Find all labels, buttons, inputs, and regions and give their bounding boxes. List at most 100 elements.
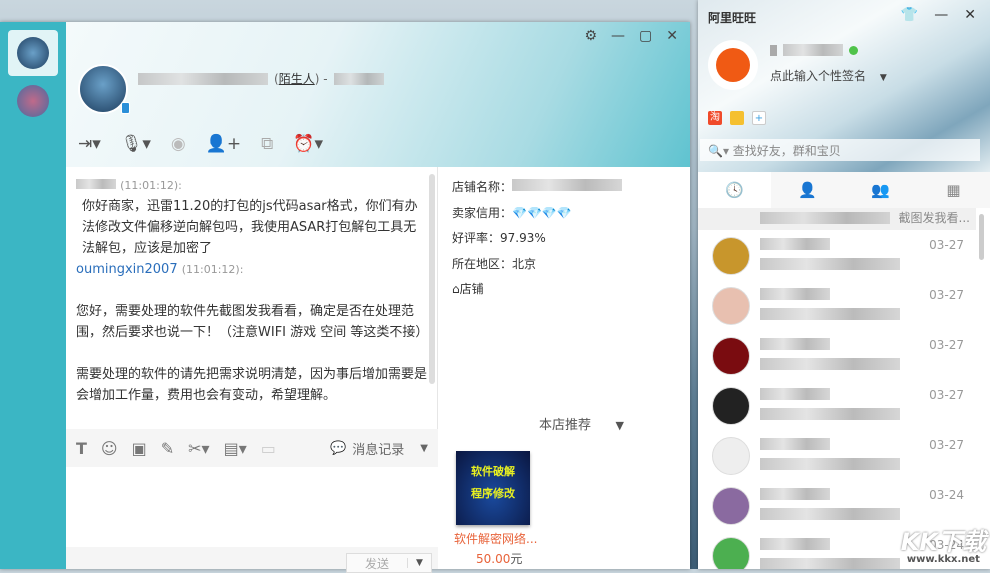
message-history-button[interactable]: 💬 消息记录 ▼ xyxy=(330,439,428,458)
list-item[interactable]: 03-27 xyxy=(698,430,976,480)
list-item[interactable]: 03-27 xyxy=(698,230,976,280)
remote-assist-icon[interactable]: ⧉ xyxy=(261,134,273,154)
contact-name-blurred xyxy=(760,538,830,550)
alarm-icon[interactable]: ⏰▾ xyxy=(293,134,323,154)
video-icon[interactable]: ◉ xyxy=(171,134,186,154)
contact-scrollbar[interactable] xyxy=(979,214,984,260)
aliwangwang-window: 阿里旺旺 👕 — ✕ 点此输入个性签名 ▼ 淘 + 🔍▾ 查找好友，群和宝贝 🕓 … xyxy=(698,0,990,569)
close-button[interactable]: ✕ xyxy=(666,28,678,44)
message-preview-blurred xyxy=(760,358,900,370)
contact-date: 03-27 xyxy=(929,238,964,252)
watermark-text: KK下载 xyxy=(900,528,986,556)
product-image-text: 程序修改 xyxy=(471,487,515,500)
send-file-icon[interactable]: ⇥▾ xyxy=(78,134,101,154)
calculator-icon[interactable]: ▤▾ xyxy=(224,439,247,458)
stranger-link[interactable]: 陌生人 xyxy=(279,72,315,86)
shop-icon: ⌂ xyxy=(452,282,460,296)
contact-date: 03-27 xyxy=(929,388,964,402)
chevron-down-icon[interactable]: ▼ xyxy=(407,558,431,568)
username-blurred xyxy=(783,44,843,56)
list-item[interactable]: 03-27 xyxy=(698,380,976,430)
user-avatar[interactable] xyxy=(708,40,758,90)
maximize-button[interactable]: ▢ xyxy=(639,28,652,44)
list-item[interactable]: 03-27 xyxy=(698,280,976,330)
message-sender[interactable]: oumingxin2007 xyxy=(76,262,178,277)
close-button[interactable]: ✕ xyxy=(964,7,976,23)
search-icon: 🔍▾ xyxy=(708,144,729,158)
signature-field[interactable]: 点此输入个性签名 ▼ xyxy=(770,67,887,84)
mobile-icon xyxy=(770,44,777,56)
message-preview-blurred xyxy=(760,308,900,320)
list-item[interactable]: 截图发我看... xyxy=(698,208,976,230)
online-status-icon[interactable] xyxy=(849,45,858,55)
conversation-tab-active[interactable] xyxy=(8,30,58,76)
contact-name-blurred xyxy=(760,438,830,450)
tab-recent[interactable]: 🕓 xyxy=(698,172,771,208)
price-currency: 元 xyxy=(510,552,523,566)
scissors-icon[interactable]: ✂▾ xyxy=(188,439,209,458)
money-bag-icon[interactable] xyxy=(730,111,744,125)
signature-text: 点此输入个性签名 xyxy=(770,69,867,83)
screen-icon[interactable]: ▭ xyxy=(261,439,276,458)
chat-bubble-icon: 💬 xyxy=(330,440,347,456)
message-preview-blurred xyxy=(760,508,900,520)
contact-avatar[interactable] xyxy=(78,64,130,114)
edit-icon[interactable]: ✎ xyxy=(161,439,174,458)
product-image[interactable]: 软件破解 程序修改 xyxy=(456,451,530,525)
chat-header: ⚙ — ▢ ✕ (陌生人) - ⇥▾ 🎙▾ ◉ 👤+ ⧉ ⏰▾ xyxy=(66,22,690,167)
contact-name-blurred xyxy=(760,288,830,300)
conversation-tab[interactable] xyxy=(8,78,58,124)
conversation-sidebar xyxy=(0,22,66,569)
price-value: 50.00 xyxy=(476,552,511,566)
sender-blurred xyxy=(76,179,116,189)
contact-list: 截图发我看... 03-27 03-27 03-27 03-27 03-27 03-24 0… xyxy=(698,208,976,569)
list-item[interactable]: 03-27 xyxy=(698,330,976,380)
message-time: (11:01:12): xyxy=(181,263,244,276)
chevron-down-icon[interactable]: ▼ xyxy=(616,413,624,439)
skin-icon[interactable]: 👕 xyxy=(901,7,918,23)
mobile-icon xyxy=(121,102,130,114)
app-title: 阿里旺旺 xyxy=(708,11,757,25)
message-text: 需要处理的软件的请先把需求说明清楚，因为事后增加需要是会增加工作量，费用也会有变… xyxy=(76,367,428,403)
message-input[interactable] xyxy=(66,467,438,547)
message-preview-blurred xyxy=(760,258,900,270)
list-item[interactable]: 03-24 xyxy=(698,480,976,530)
tab-contacts[interactable]: 👤 xyxy=(771,172,844,208)
contact-name-blurred xyxy=(138,72,268,85)
image-icon[interactable]: ▣ xyxy=(132,439,147,458)
add-app-icon[interactable]: + xyxy=(752,111,766,125)
shop-link[interactable]: ⌂店铺 xyxy=(452,277,678,303)
send-button[interactable]: 发送 ▼ xyxy=(346,553,432,573)
taobao-icon[interactable]: 淘 xyxy=(708,111,722,125)
message-preview-blurred xyxy=(760,558,900,569)
contact-date: 03-27 xyxy=(929,288,964,302)
contact-avatar xyxy=(712,487,750,525)
contact-name-blurred xyxy=(760,488,830,500)
font-icon[interactable]: T xyxy=(76,439,87,458)
history-label: 消息记录 xyxy=(352,442,405,458)
minimize-button[interactable]: — xyxy=(934,7,948,23)
shop-name-label: 店铺名称： xyxy=(452,180,513,194)
chevron-down-icon[interactable]: ▼ xyxy=(880,73,887,83)
message-text: 您好，需要处理的软件先截图发我看看，确定是否在处理范围，然后要求也说一下！（注意… xyxy=(76,304,429,340)
microphone-icon[interactable]: 🎙▾ xyxy=(121,134,151,154)
diamond-icon: 💎💎💎💎 xyxy=(512,205,572,220)
shop-name-blurred xyxy=(512,179,623,191)
add-contact-icon[interactable]: 👤+ xyxy=(206,134,241,154)
editor-toolbar: T ☺ ▣ ✎ ✂▾ ▤▾ ▭ 💬 消息记录 ▼ xyxy=(66,429,438,467)
chat-window: ⚙ — ▢ ✕ (陌生人) - ⇥▾ 🎙▾ ◉ 👤+ ⧉ ⏰▾ (11:01:1… xyxy=(0,22,690,573)
minimize-button[interactable]: — xyxy=(611,28,625,44)
credit-label: 卖家信用： xyxy=(452,205,513,220)
emoji-icon[interactable]: ☺ xyxy=(101,439,118,458)
search-input[interactable]: 🔍▾ 查找好友，群和宝贝 xyxy=(700,139,980,161)
tab-groups[interactable]: 👥 xyxy=(844,172,917,208)
tab-apps[interactable]: ▦ xyxy=(917,172,990,208)
message-preview-blurred xyxy=(760,408,900,420)
chevron-down-icon[interactable]: ▼ xyxy=(420,443,428,454)
rating: 好评率：97.93% xyxy=(452,231,546,245)
message-scrollbar[interactable] xyxy=(429,174,435,384)
contact-avatar xyxy=(712,537,750,569)
contact-date: 03-24 xyxy=(929,488,964,502)
contact-avatar xyxy=(712,337,750,375)
settings-icon[interactable]: ⚙ xyxy=(584,28,597,44)
